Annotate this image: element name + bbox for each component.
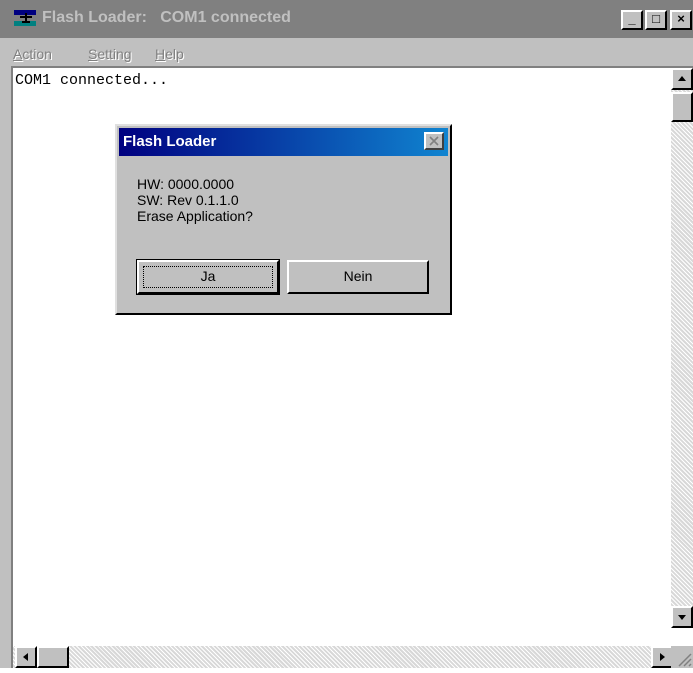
- menu-help[interactable]: Help: [155, 46, 184, 62]
- size-grip-icon: [678, 653, 692, 667]
- no-button[interactable]: Nein: [287, 260, 429, 294]
- yes-button[interactable]: Ja: [136, 259, 280, 295]
- arrow-right-icon: [660, 653, 665, 661]
- menu-setting[interactable]: Setting: [88, 46, 132, 62]
- dialog-close-button[interactable]: [424, 132, 444, 150]
- hw-version-text: HW: 0000.0000: [137, 176, 235, 192]
- arrow-left-icon: [23, 653, 28, 661]
- log-text: COM1 connected...: [15, 72, 169, 89]
- vertical-scroll-thumb[interactable]: [671, 92, 693, 122]
- scroll-right-button[interactable]: [651, 646, 673, 668]
- scroll-left-button[interactable]: [15, 646, 37, 668]
- dialog-message: HW: 0000.0000 SW: Rev 0.1.1.0 Erase Appl…: [137, 176, 253, 224]
- menu-action[interactable]: Action: [13, 46, 52, 62]
- close-button[interactable]: ×: [670, 10, 692, 30]
- resize-grip[interactable]: [671, 646, 693, 668]
- minimize-icon: _: [628, 11, 636, 26]
- confirm-dialog: Flash Loader HW: 0000.0000 SW: Rev 0.1.1…: [115, 124, 452, 315]
- arrow-down-icon: [678, 615, 686, 620]
- vertical-scrollbar[interactable]: [671, 68, 693, 628]
- close-icon: [429, 136, 439, 146]
- horizontal-scrollbar[interactable]: [13, 646, 673, 668]
- close-icon: ×: [677, 11, 685, 26]
- main-window: Flash Loader: COM1 connected _ □ × Actio…: [0, 0, 693, 668]
- dialog-title-bar[interactable]: Flash Loader: [119, 128, 448, 156]
- app-icon: [14, 10, 36, 26]
- window-title: Flash Loader: COM1 connected: [42, 9, 291, 26]
- maximize-icon: □: [652, 11, 660, 26]
- dialog-title: Flash Loader: [123, 133, 217, 150]
- title-bar[interactable]: Flash Loader: COM1 connected _ □ ×: [0, 0, 693, 38]
- no-button-label: Nein: [343, 268, 373, 284]
- maximize-button[interactable]: □: [645, 10, 667, 30]
- sw-version-text: SW: Rev 0.1.1.0: [137, 192, 239, 208]
- menu-bar: Action Setting Help: [0, 38, 693, 66]
- focus-indicator: [143, 266, 273, 288]
- horizontal-scroll-thumb[interactable]: [37, 646, 69, 668]
- minimize-button[interactable]: _: [621, 10, 643, 30]
- scroll-up-button[interactable]: [671, 68, 693, 90]
- arrow-up-icon: [678, 76, 686, 81]
- menu-help-label: Help: [155, 46, 184, 62]
- erase-question-text: Erase Application?: [137, 208, 253, 224]
- menu-setting-label: Setting: [88, 46, 132, 62]
- scroll-down-button[interactable]: [671, 606, 693, 628]
- menu-action-label: Action: [13, 46, 52, 62]
